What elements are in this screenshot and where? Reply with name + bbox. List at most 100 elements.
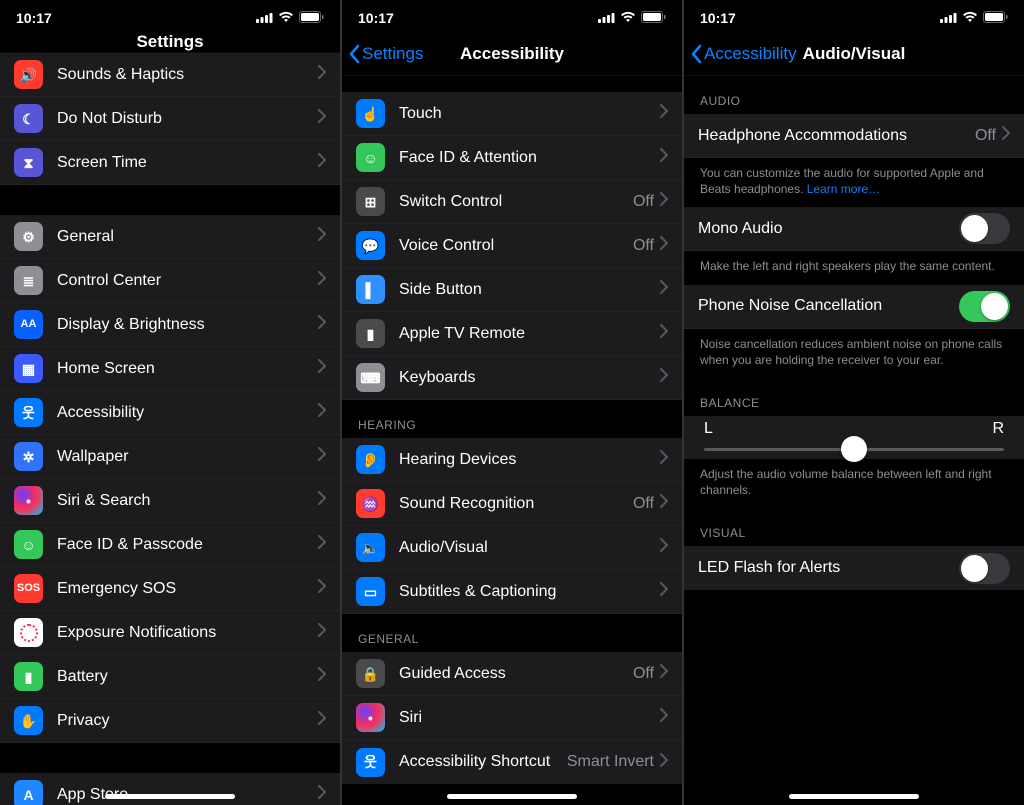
row-screen-time[interactable]: ⧗Screen Time [0, 141, 340, 185]
led-flash-switch[interactable] [959, 553, 1010, 584]
slider-thumb[interactable] [841, 436, 867, 462]
row-switch-control[interactable]: ⊞Switch ControlOff [342, 180, 682, 224]
row-detail: Off [633, 495, 654, 513]
back-button[interactable]: Accessibility [690, 44, 797, 64]
sound-rec-icon: ♒ [356, 489, 385, 518]
chevron-right-icon [318, 623, 326, 642]
nav-bar: Settings Accessibility [342, 32, 682, 76]
row-siri-search[interactable]: • Siri & Search [0, 479, 340, 523]
chevron-right-icon [318, 271, 326, 290]
balance-right-label: R [992, 420, 1004, 438]
row-label: Control Center [57, 272, 318, 290]
row-privacy[interactable]: ✋Privacy [0, 699, 340, 743]
row-label: Home Screen [57, 360, 318, 378]
learn-more-link[interactable]: Learn more… [807, 182, 880, 196]
row-app-store[interactable]: AApp Store [0, 773, 340, 805]
row-apple-tv-remote[interactable]: ▮Apple TV Remote [342, 312, 682, 356]
row-home-screen[interactable]: ▦Home Screen [0, 347, 340, 391]
row-control-center[interactable]: ≣Control Center [0, 259, 340, 303]
row-label: Siri & Search [57, 492, 318, 510]
row-touch[interactable]: ☝Touch [342, 92, 682, 136]
row-audio-visual[interactable]: 🔈Audio/Visual [342, 526, 682, 570]
row-label: Headphone Accommodations [698, 127, 975, 145]
home-indicator[interactable] [789, 794, 919, 799]
status-bar: 10:17 [684, 0, 1024, 32]
accessibility-list[interactable]: ☝Touch☺Face ID & Attention⊞Switch Contro… [342, 76, 682, 805]
wifi-icon [620, 10, 636, 26]
balance-left-label: L [704, 420, 713, 438]
row-voice-control[interactable]: 💬Voice ControlOff [342, 224, 682, 268]
row-label: Apple TV Remote [399, 325, 660, 343]
person-icon: 웃 [14, 398, 43, 427]
row-mono-audio[interactable]: Mono Audio [684, 207, 1024, 251]
switch-ctrl-icon: ⊞ [356, 187, 385, 216]
row-side-button[interactable]: ▌Side Button [342, 268, 682, 312]
home-indicator[interactable] [105, 794, 235, 799]
chevron-right-icon [318, 153, 326, 172]
chevron-right-icon [660, 753, 668, 772]
row-label: Siri [399, 709, 660, 727]
row-face-id-passcode[interactable]: ☺Face ID & Passcode [0, 523, 340, 567]
row-sounds-haptics[interactable]: 🔊Sounds & Haptics [0, 53, 340, 97]
shortcut-icon: 웃 [356, 748, 385, 777]
aa-icon: AA [14, 310, 43, 339]
row-accessibility[interactable]: 웃 Accessibility [0, 391, 340, 435]
cellular-icon [598, 10, 615, 26]
nav-bar: Settings [0, 32, 340, 53]
battery-status-icon [983, 10, 1008, 26]
section-header-visual: VISUAL [684, 508, 1024, 546]
row-subtitles-captioning[interactable]: ▭Subtitles & Captioning [342, 570, 682, 614]
chevron-right-icon [318, 711, 326, 730]
audiovisual-list[interactable]: AUDIO Headphone Accommodations Off You c… [684, 76, 1024, 805]
row-face-id-attention[interactable]: ☺Face ID & Attention [342, 136, 682, 180]
subtitles-icon: ▭ [356, 577, 385, 606]
home-indicator[interactable] [447, 794, 577, 799]
battery-status-icon [299, 10, 324, 26]
face-icon: ☺ [14, 530, 43, 559]
row-noise-cancellation[interactable]: Phone Noise Cancellation [684, 285, 1024, 329]
row-display-brightness[interactable]: AADisplay & Brightness [0, 303, 340, 347]
row-headphone-accommodations[interactable]: Headphone Accommodations Off [684, 114, 1024, 158]
mono-audio-switch[interactable] [959, 213, 1010, 244]
status-icons [598, 10, 666, 26]
chevron-right-icon [660, 582, 668, 601]
status-time: 10:17 [16, 10, 52, 26]
ear-icon: 👂 [356, 445, 385, 474]
row-wallpaper[interactable]: ✲Wallpaper [0, 435, 340, 479]
nav-title: Audio/Visual [803, 44, 906, 64]
row-detail: Off [633, 665, 654, 683]
noise-footer: Noise cancellation reduces ambient noise… [684, 329, 1024, 378]
headphone-footer: You can customize the audio for supporte… [684, 158, 1024, 207]
row-guided-access[interactable]: 🔒Guided AccessOff [342, 652, 682, 696]
row-siri[interactable]: •Siri [342, 696, 682, 740]
row-label: Wallpaper [57, 448, 318, 466]
voice-icon: 💬 [356, 231, 385, 260]
row-general[interactable]: ⚙︎General [0, 215, 340, 259]
row-exposure-notifications[interactable]: Exposure Notifications [0, 611, 340, 655]
status-time: 10:17 [700, 10, 736, 26]
row-keyboards[interactable]: ⌨Keyboards [342, 356, 682, 400]
gear-icon: ⚙︎ [14, 222, 43, 251]
row-battery[interactable]: ▮Battery [0, 655, 340, 699]
row-label: Privacy [57, 712, 318, 730]
balance-slider[interactable] [684, 438, 1024, 459]
exposure-icon [14, 618, 43, 647]
row-label: Do Not Disturb [57, 110, 318, 128]
back-button[interactable]: Settings [348, 44, 423, 64]
chevron-right-icon [660, 494, 668, 513]
row-label: Accessibility [57, 404, 318, 422]
row-do-not-disturb[interactable]: ☾Do Not Disturb [0, 97, 340, 141]
noise-cancellation-switch[interactable] [959, 291, 1010, 322]
row-sound-recognition[interactable]: ♒Sound RecognitionOff [342, 482, 682, 526]
row-detail: Smart Invert [567, 753, 654, 771]
settings-list[interactable]: 🔊Sounds & Haptics☾Do Not Disturb⧗Screen … [0, 53, 340, 805]
chevron-right-icon [318, 403, 326, 422]
row-hearing-devices[interactable]: 👂 Hearing Devices [342, 438, 682, 482]
back-label: Accessibility [704, 44, 797, 64]
row-label: Hearing Devices [399, 451, 660, 469]
row-led-flash[interactable]: LED Flash for Alerts [684, 546, 1024, 590]
row-accessibility-shortcut[interactable]: 웃Accessibility ShortcutSmart Invert [342, 740, 682, 784]
chevron-right-icon [660, 280, 668, 299]
row-emergency-sos[interactable]: SOSEmergency SOS [0, 567, 340, 611]
siri-icon: • [14, 486, 43, 515]
